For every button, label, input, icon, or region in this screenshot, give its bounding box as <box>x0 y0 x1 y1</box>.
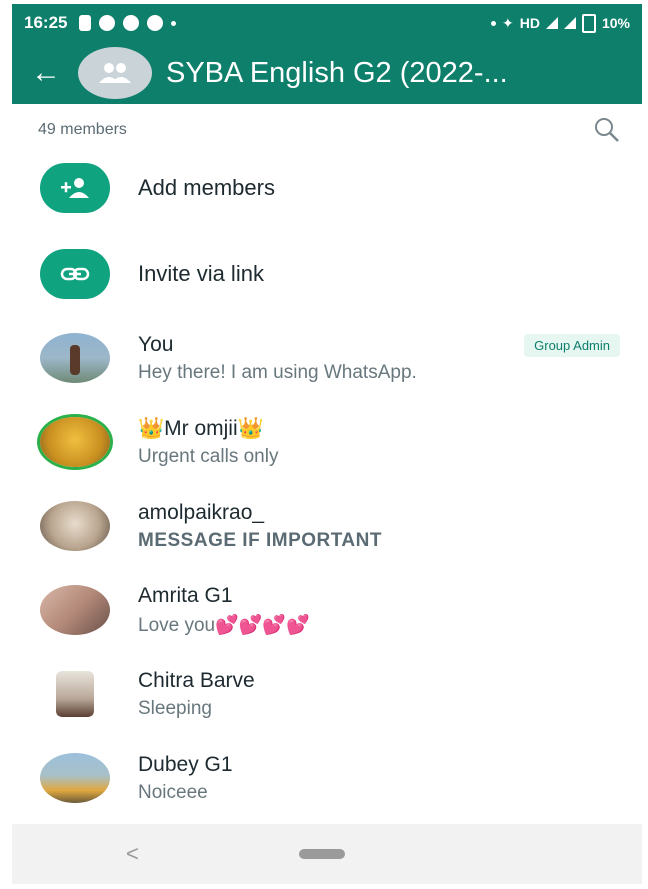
phone-screen: 16:25 ✦ HD 10% ← SYBA English G2 (2022-.… <box>12 4 642 884</box>
member-row[interactable]: 👑Mr omjii👑 Urgent calls only <box>12 400 642 484</box>
more-dot-icon <box>171 20 177 26</box>
avatar <box>40 585 110 635</box>
member-status: Urgent calls only <box>138 445 279 467</box>
add-member-icon <box>40 163 110 213</box>
member-name: 👑Mr omjii👑 <box>138 416 264 440</box>
member-status: Love you💕💕💕💕 <box>138 614 310 636</box>
add-members-row[interactable]: Add members <box>12 144 642 232</box>
status-time: 16:25 <box>24 13 68 32</box>
link-icon <box>40 249 110 299</box>
sim-icon <box>79 15 92 31</box>
battery-level: 10% <box>601 15 630 31</box>
member-row[interactable]: Dubey G1 Noiceee <box>12 736 642 820</box>
group-icon <box>99 63 131 83</box>
member-name: Dubey G1 <box>138 752 233 776</box>
members-count: 49 members <box>38 121 127 138</box>
status-bar: 16:25 ✦ HD 10% <box>12 4 642 42</box>
member-name: amolpaikrao_ <box>138 500 265 524</box>
group-admin-badge: Group Admin <box>524 334 620 357</box>
wifi-icon: ✦ <box>502 14 514 31</box>
system-nav-bar: < <box>12 824 642 884</box>
dot-icon <box>491 20 496 26</box>
group-avatar[interactable] <box>78 47 152 99</box>
invite-link-label: Invite via link <box>138 261 264 286</box>
app-bar: ← SYBA English G2 (2022-... <box>12 42 642 104</box>
member-row[interactable]: You Hey there! I am using WhatsApp. Grou… <box>12 316 642 400</box>
system-icons: ✦ HD 10% <box>491 13 630 33</box>
member-name: Amrita G1 <box>138 583 233 607</box>
member-name: Chitra Barve <box>138 668 255 692</box>
avatar <box>40 501 110 551</box>
add-members-label: Add members <box>138 175 275 200</box>
member-status: Sleeping <box>138 697 212 719</box>
avatar <box>40 669 110 719</box>
member-row[interactable]: Amrita G1 Love you💕💕💕💕 <box>12 568 642 652</box>
member-status: Hey there! I am using WhatsApp. <box>138 361 417 383</box>
notification-icons <box>79 15 177 31</box>
member-status: Noiceee <box>138 781 208 803</box>
member-row[interactable]: Chitra Barve Sleeping <box>12 652 642 736</box>
signal-icon <box>545 17 558 29</box>
nav-home-pill[interactable] <box>298 849 345 859</box>
avatar <box>40 417 110 467</box>
avatar <box>40 333 110 383</box>
battery-icon <box>581 13 596 33</box>
network-type: HD <box>519 15 540 31</box>
member-status: MESSAGE IF IMPORTANT <box>138 529 382 551</box>
nav-back-icon[interactable]: < <box>126 841 139 867</box>
invite-via-link-row[interactable]: Invite via link <box>12 232 642 316</box>
search-icon[interactable] <box>592 115 622 145</box>
notification-icon <box>147 15 164 31</box>
back-arrow-icon[interactable]: ← <box>22 56 70 90</box>
member-row[interactable]: amolpaikrao_ MESSAGE IF IMPORTANT <box>12 484 642 568</box>
notification-icon <box>99 15 116 31</box>
group-title[interactable]: SYBA English G2 (2022-... <box>166 57 508 90</box>
signal-icon <box>563 17 576 29</box>
notification-icon <box>123 15 140 31</box>
avatar <box>40 753 110 803</box>
